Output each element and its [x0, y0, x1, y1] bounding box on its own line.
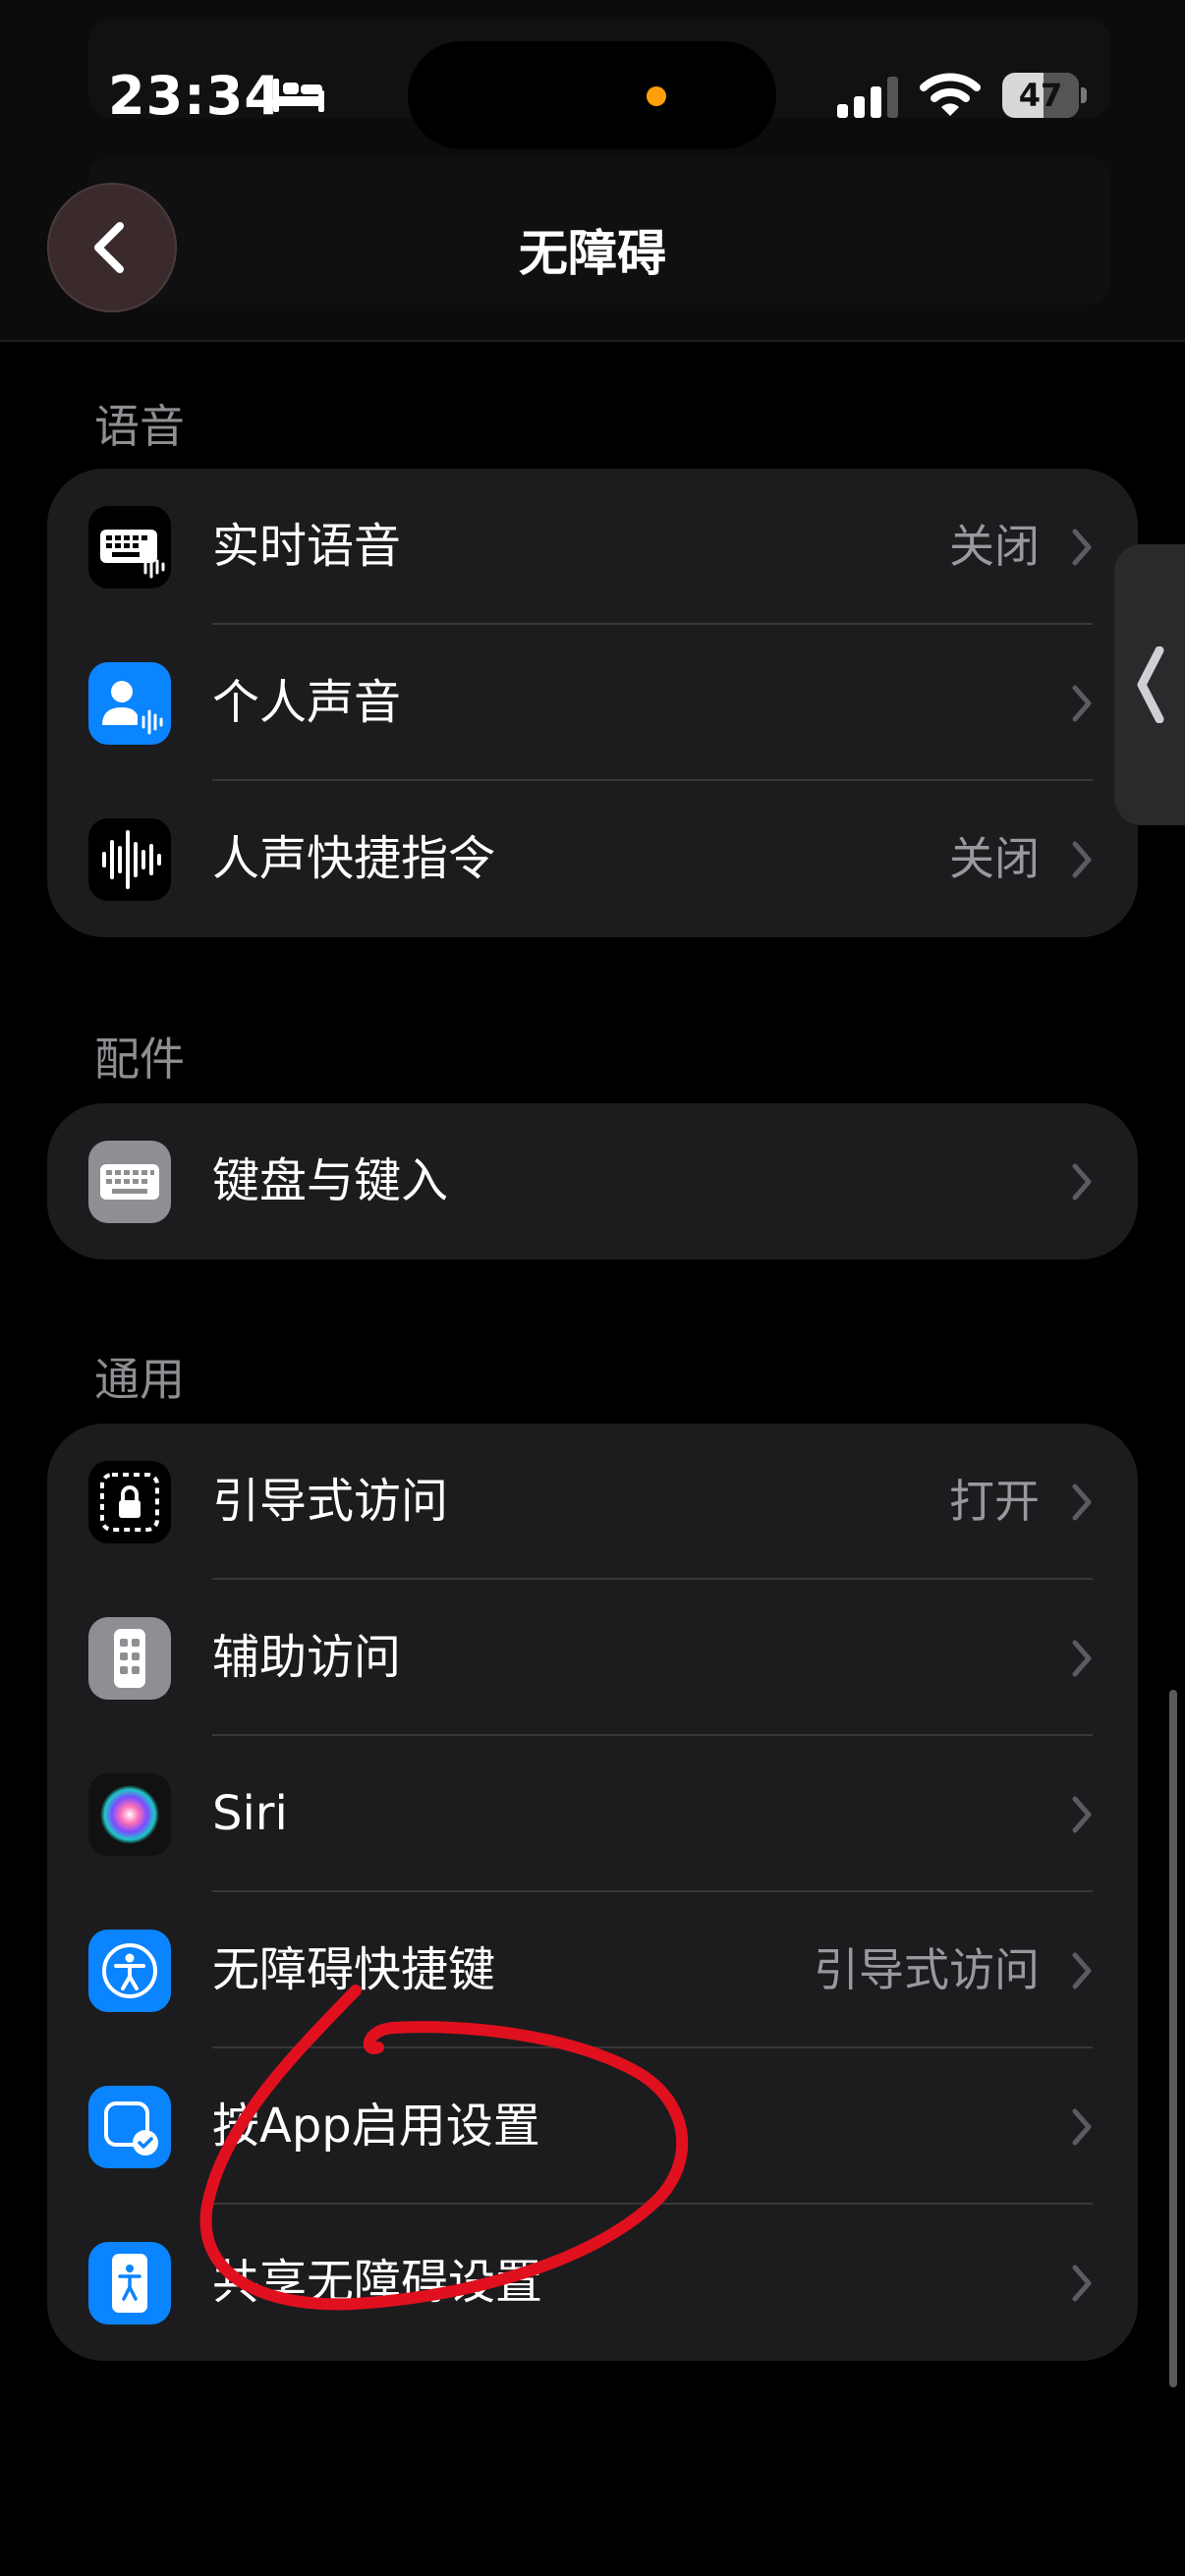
- guided-access-lock-icon: [88, 1461, 171, 1543]
- row-assistive-access[interactable]: 辅助访问: [47, 1580, 1138, 1736]
- row-guided-access[interactable]: 引导式访问 打开: [47, 1424, 1138, 1580]
- dynamic-island: [408, 41, 776, 149]
- row-personal-voice[interactable]: 个人声音: [47, 625, 1138, 781]
- speech-settings-group: 实时语音 关闭 个人声音 人声快捷指令 关闭: [47, 469, 1138, 937]
- section-title-speech: 语音: [94, 400, 185, 453]
- page-title: 无障碍: [519, 225, 666, 282]
- chevron-right-icon: [1072, 1640, 1092, 1677]
- chevron-right-icon: [1072, 685, 1092, 722]
- row-label: 键盘与键入: [212, 1153, 449, 1208]
- row-value: 打开: [949, 1475, 1040, 1528]
- row-vocal-shortcuts[interactable]: 人声快捷指令 关闭: [47, 781, 1138, 937]
- chevron-right-icon: [1072, 529, 1092, 566]
- row-label: 按App启用设置: [212, 2099, 540, 2154]
- keyboard-icon: [88, 1141, 171, 1223]
- row-live-speech[interactable]: 实时语音 关闭: [47, 469, 1138, 625]
- row-label: Siri: [212, 1786, 288, 1841]
- row-keyboard-typing[interactable]: 键盘与键入: [47, 1103, 1138, 1260]
- privacy-indicator-dot: [647, 86, 666, 106]
- assistive-access-icon: [88, 1617, 171, 1700]
- status-time: 23:34: [108, 65, 282, 127]
- row-value: 关闭: [949, 520, 1040, 573]
- battery-percentage: 47: [1018, 77, 1063, 114]
- row-label: 共享无障碍设置: [212, 2255, 543, 2310]
- row-label: 个人声音: [212, 675, 402, 730]
- section-title-general: 通用: [94, 1353, 185, 1406]
- row-label: 辅助访问: [212, 1630, 402, 1685]
- chevron-right-icon: [1072, 841, 1092, 878]
- chevron-right-icon: [1072, 1796, 1092, 1833]
- section-title-accessories: 配件: [94, 1033, 185, 1086]
- row-label: 无障碍快捷键: [212, 1942, 496, 1997]
- navigation-header: 23:34 47 无障碍: [0, 0, 1185, 342]
- chevron-right-icon: [1072, 1484, 1092, 1521]
- row-value: 关闭: [949, 832, 1040, 885]
- siri-icon: [88, 1773, 171, 1856]
- battery-icon: 47: [1002, 73, 1087, 118]
- chevron-right-icon: [1072, 2108, 1092, 2146]
- chevron-right-icon: [1072, 1952, 1092, 1989]
- accessories-settings-group: 键盘与键入: [47, 1103, 1138, 1260]
- row-accessibility-shortcut[interactable]: 无障碍快捷键 引导式访问: [47, 1892, 1138, 2048]
- vocal-shortcuts-waveform-icon: [88, 818, 171, 901]
- accessibility-shortcut-icon: [88, 1930, 171, 2012]
- row-label: 实时语音: [212, 519, 402, 574]
- row-label: 引导式访问: [212, 1474, 449, 1529]
- per-app-settings-icon: [88, 2086, 171, 2168]
- chevron-right-icon: [1072, 2265, 1092, 2302]
- wifi-icon: [920, 73, 981, 116]
- row-value: 引导式访问: [814, 1943, 1040, 1996]
- chevron-right-icon: [1072, 1163, 1092, 1201]
- row-share-accessibility[interactable]: 共享无障碍设置: [47, 2205, 1138, 2361]
- row-label: 人声快捷指令: [212, 831, 496, 886]
- cellular-signal-icon: [837, 77, 898, 118]
- chevron-left-icon: [1137, 646, 1164, 723]
- live-speech-keyboard-icon: [88, 506, 171, 588]
- bed-icon: [273, 79, 324, 112]
- scrollbar[interactable]: [1169, 1690, 1177, 2387]
- share-accessibility-icon: [88, 2242, 171, 2324]
- row-siri[interactable]: Siri: [47, 1736, 1138, 1892]
- side-panel-handle[interactable]: [1114, 544, 1185, 825]
- personal-voice-icon: [88, 662, 171, 745]
- row-per-app-settings[interactable]: 按App启用设置: [47, 2048, 1138, 2205]
- general-settings-group: 引导式访问 打开 辅助访问 Siri 无障碍快捷键 引导式访问 按App启用设置…: [47, 1424, 1138, 2361]
